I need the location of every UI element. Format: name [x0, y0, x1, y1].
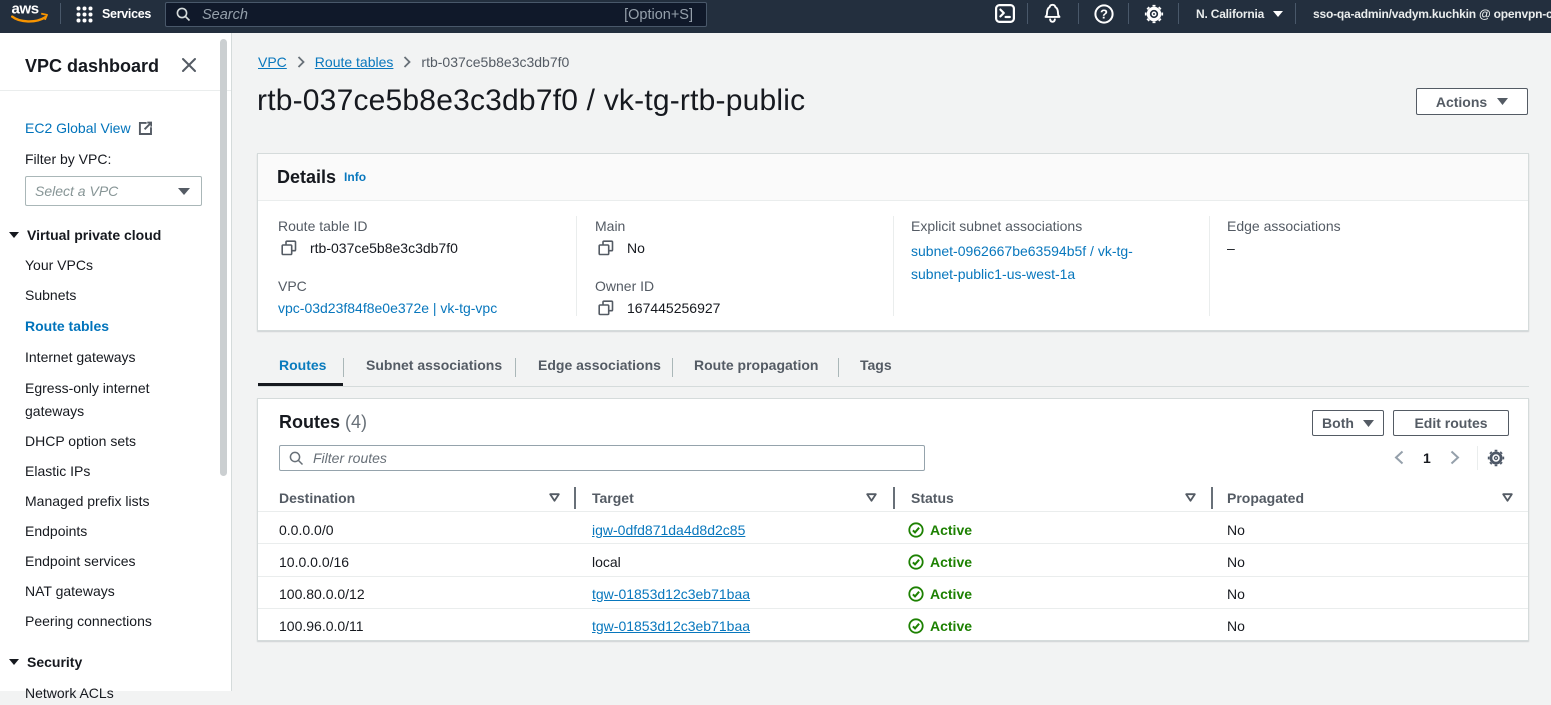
svg-text:aws: aws: [12, 2, 39, 18]
svg-text:?: ?: [1100, 6, 1108, 21]
